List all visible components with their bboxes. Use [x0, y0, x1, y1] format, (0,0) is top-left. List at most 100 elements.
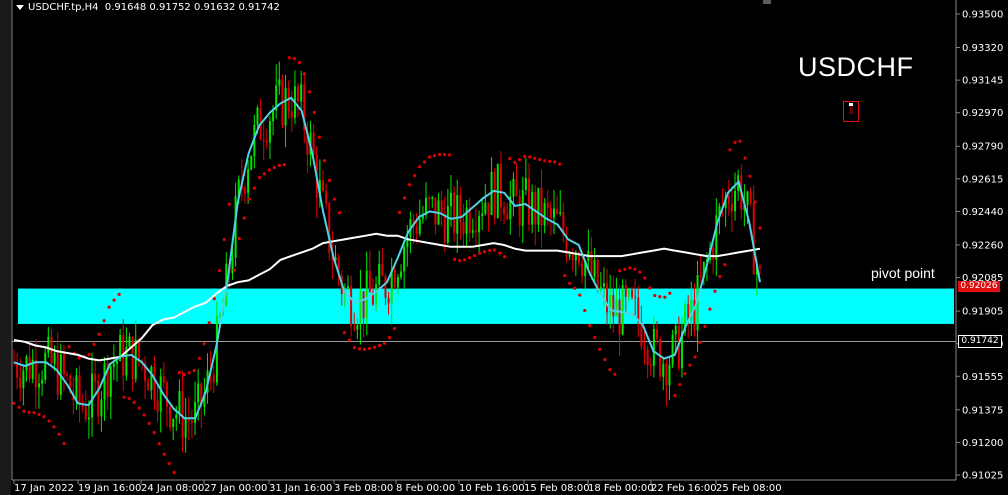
candle-body	[87, 417, 90, 420]
candle-body	[593, 259, 596, 277]
candle-body	[109, 366, 112, 397]
time-tick-label: 31 Jan 16:00	[269, 483, 332, 494]
sar-dot	[683, 372, 687, 376]
sar-dot	[673, 393, 677, 398]
sar-dot	[603, 357, 607, 362]
sar-dot	[633, 267, 637, 271]
candle-body	[471, 230, 474, 233]
candle-body	[78, 375, 81, 404]
candle-body	[493, 171, 496, 219]
sar-dot	[152, 431, 156, 435]
candle-body	[400, 271, 403, 278]
sar-dot	[402, 196, 407, 200]
candle-body	[606, 283, 609, 313]
sar-dot	[728, 148, 732, 152]
sar-dot	[427, 155, 432, 159]
time-tick-label: 25 Feb 08:00	[716, 483, 782, 494]
sar-dot	[237, 236, 241, 241]
candle-body	[165, 382, 168, 408]
sar-dot	[753, 200, 757, 204]
sar-dot	[132, 400, 136, 404]
sar-dot	[628, 266, 632, 270]
candle-body	[449, 192, 452, 207]
sar-dot	[748, 174, 752, 178]
candle-body	[487, 202, 490, 216]
sar-dot	[217, 268, 221, 273]
sar-dot	[187, 371, 191, 375]
candle-body	[53, 353, 56, 364]
chevron-down-icon[interactable]	[16, 4, 24, 10]
sar-dot	[703, 324, 707, 329]
sar-dot	[67, 345, 71, 349]
symbol-label: USDCHF.tp,H4	[28, 2, 99, 13]
sar-dot	[172, 470, 176, 475]
candle-body	[278, 79, 281, 86]
candle-body	[543, 202, 546, 226]
candle-body	[175, 414, 178, 419]
sar-dot	[498, 251, 502, 255]
candle-body	[384, 276, 387, 298]
candle-body	[428, 197, 431, 199]
sar-dot	[513, 160, 517, 164]
candle-body	[91, 373, 94, 418]
sar-dot	[623, 267, 627, 271]
candle-body	[368, 270, 371, 293]
candle-body	[62, 354, 65, 375]
sar-dot	[508, 156, 512, 161]
candle-body	[552, 208, 555, 218]
time-tick-label: 10 Feb 16:00	[459, 483, 525, 494]
time-tick-label: 18 Feb 00:00	[588, 483, 654, 494]
candle-body	[325, 190, 328, 204]
candle-body	[624, 285, 627, 297]
sar-dot	[127, 396, 131, 401]
sar-dot	[197, 356, 201, 360]
candle-body	[94, 373, 97, 382]
candle-body	[596, 259, 599, 290]
candle-body	[484, 202, 487, 214]
candle-body	[655, 329, 658, 339]
price-tick-label: 0.93320	[962, 43, 1003, 54]
sar-dot	[307, 90, 311, 94]
candle-body	[415, 226, 418, 234]
candle-body	[375, 284, 378, 305]
down-arrow-marker-icon[interactable]: ⇩	[843, 101, 859, 122]
candle-body	[75, 375, 78, 401]
sar-dot	[47, 419, 51, 423]
candle-body	[540, 187, 543, 226]
sar-dot	[292, 57, 296, 61]
candle-body	[615, 299, 618, 317]
sar-dot	[558, 162, 562, 166]
candle-body	[506, 214, 509, 220]
sar-dot	[32, 411, 36, 415]
sar-dot	[663, 295, 667, 299]
sar-dot	[57, 432, 61, 436]
sar-dot	[392, 326, 397, 331]
candle-body	[612, 295, 615, 317]
sar-dot	[142, 413, 146, 417]
sar-dot	[678, 382, 682, 387]
candle-body	[100, 399, 103, 417]
sar-dot	[538, 157, 542, 162]
sar-dot	[583, 308, 587, 313]
candle-body	[256, 107, 259, 125]
candle-body	[184, 418, 187, 438]
time-tick-label: 27 Jan 00:00	[204, 483, 267, 494]
sar-dot	[437, 152, 442, 156]
candle-body	[537, 187, 540, 225]
candle-body	[103, 363, 106, 400]
candle-body	[418, 218, 421, 234]
sar-dot	[412, 173, 417, 178]
sar-dot	[452, 257, 457, 261]
candle-body	[512, 178, 515, 197]
price-tick-label: 0.92615	[962, 174, 1003, 185]
candle-body	[116, 360, 119, 364]
chart-window[interactable]: 0.93500 0.93320 0.93145 0.92970 0.92790 0.926…	[0, 0, 1008, 495]
candle-body	[41, 379, 44, 384]
candle-body	[746, 191, 749, 206]
sar-dot	[608, 368, 612, 372]
sar-dot	[192, 368, 196, 373]
candle-body	[350, 286, 353, 327]
sar-dot	[598, 347, 602, 351]
candle-body	[749, 191, 752, 204]
sar-dot	[92, 342, 96, 346]
